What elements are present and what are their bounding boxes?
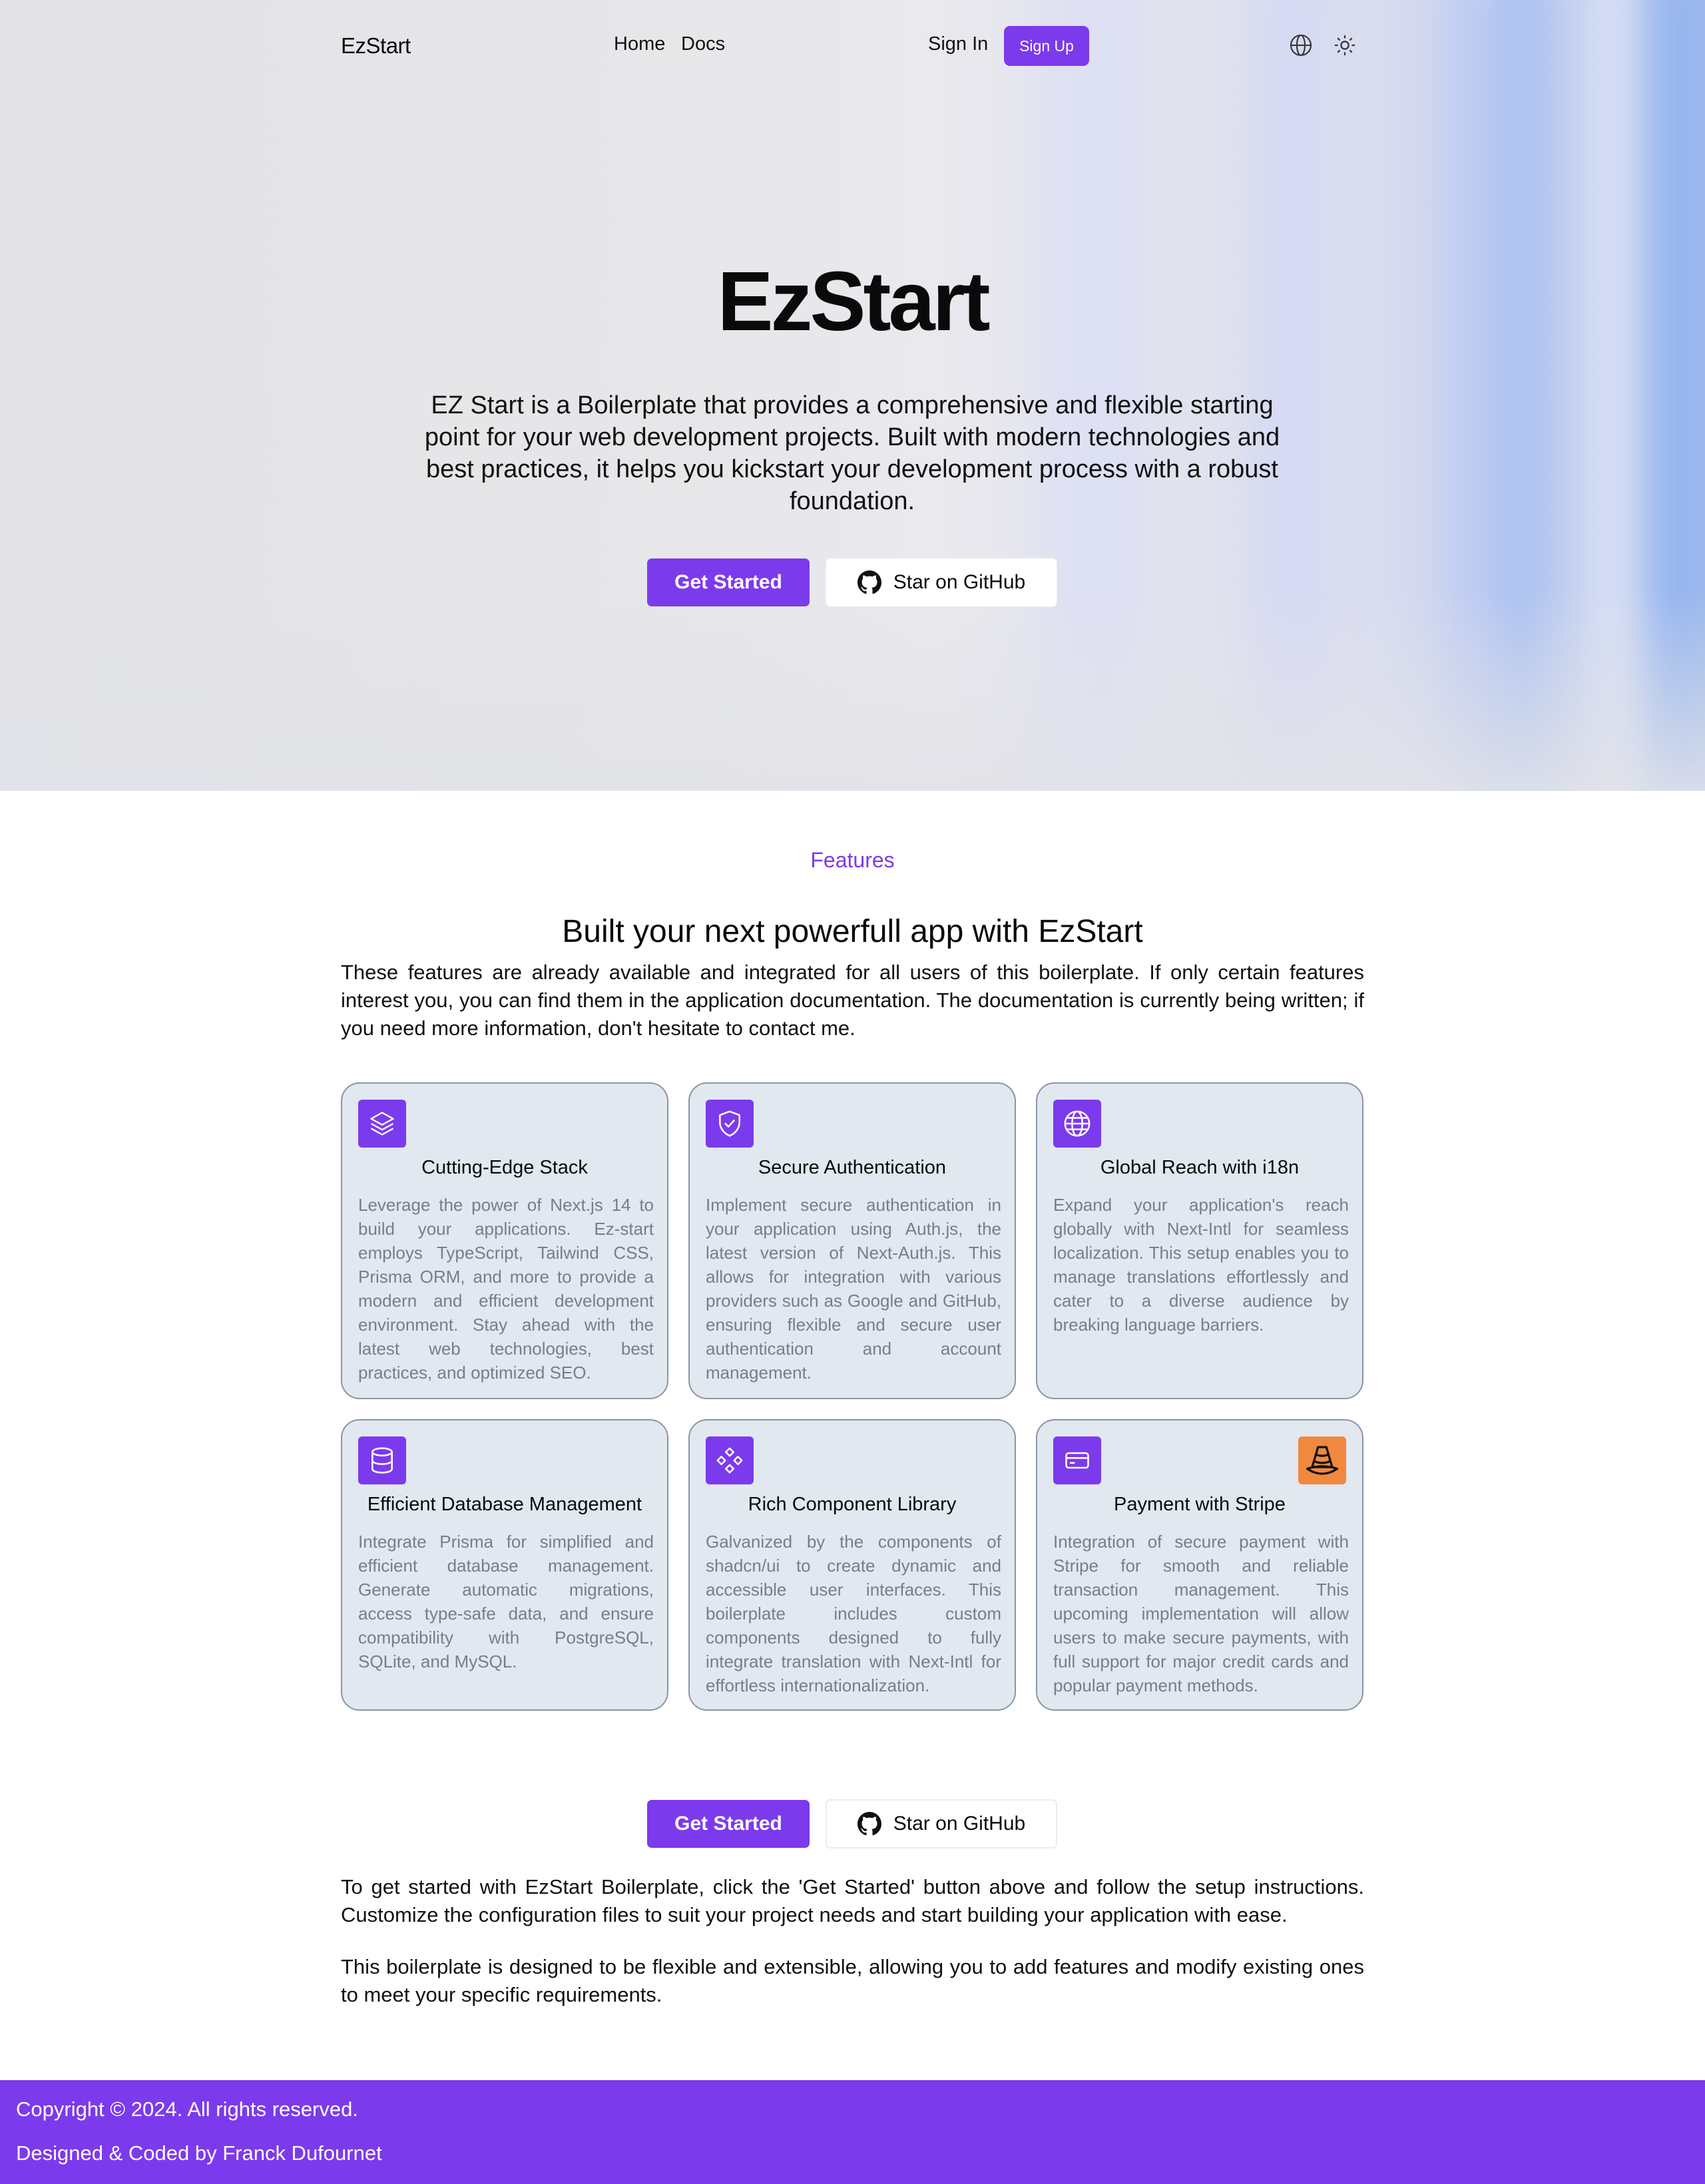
feature-icon-box (706, 1100, 754, 1148)
feature-icon-box (358, 1100, 406, 1148)
globe-icon (1290, 34, 1312, 57)
feature-icon-box (706, 1436, 754, 1484)
hero-description: EZ Start is a Boilerplate that provides … (424, 391, 1280, 515)
globe-icon (1064, 1110, 1091, 1137)
feature-icon-box (1053, 1436, 1101, 1484)
hero-fade (0, 591, 1705, 791)
feature-card-components: Rich Component Library Galvanized by the… (688, 1419, 1016, 1711)
footer: Copyright © 2024. All rights reserved. D… (0, 2080, 1705, 2184)
sign-in-link[interactable]: Sign In (928, 33, 988, 55)
feature-icon-box (1053, 1100, 1101, 1148)
feature-card-description: Expand your application's reach globally… (1053, 1195, 1349, 1335)
flexibility-paragraph: This boilerplate is designed to be flexi… (341, 1955, 1364, 2006)
star-github-button-bottom[interactable]: Star on GitHub (826, 1799, 1057, 1849)
feature-card-i18n: Global Reach with i18n Expand your appli… (1036, 1082, 1363, 1399)
feature-card-description: Integrate Prisma for simplified and effi… (358, 1532, 654, 1671)
shield-check-icon (719, 1110, 740, 1137)
feature-card-title: Cutting-Edge Stack (421, 1157, 588, 1178)
database-icon (371, 1447, 393, 1474)
footer-credit: Designed & Coded by Franck Dufournet (16, 2141, 382, 2165)
feature-card-title: Global Reach with i18n (1100, 1157, 1300, 1178)
footer-copyright: Copyright © 2024. All rights reserved. (16, 2097, 358, 2121)
feature-card-stack: Cutting-Edge Stack Leverage the power of… (341, 1082, 668, 1399)
star-github-label: Star on GitHub (893, 571, 1026, 593)
language-switcher[interactable] (1288, 32, 1314, 59)
feature-card-title: Rich Component Library (748, 1494, 957, 1515)
feature-card-auth: Secure Authentication Implement secure a… (688, 1082, 1016, 1399)
credit-card-icon (1065, 1452, 1089, 1469)
github-icon (857, 570, 881, 594)
feature-card-database: Efficient Database Management Integrate … (341, 1419, 668, 1711)
feature-card-description: Leverage the power of Next.js 14 to buil… (358, 1195, 654, 1383)
hero-title: EzStart (717, 254, 990, 348)
sun-icon (1334, 35, 1355, 56)
feature-card-title: Payment with Stripe (1114, 1494, 1286, 1515)
nav-link-docs[interactable]: Docs (681, 33, 725, 55)
features-title: Built your next powerfull app with EzSta… (562, 914, 1143, 949)
star-github-label: Star on GitHub (893, 1813, 1026, 1835)
nav-link-home[interactable]: Home (614, 33, 665, 55)
features-eyebrow: Features (810, 848, 895, 872)
feature-icon-box (358, 1436, 406, 1484)
sign-up-button[interactable]: Sign Up (1004, 26, 1089, 66)
feature-card-title: Efficient Database Management (367, 1494, 642, 1515)
brand-logo[interactable]: EzStart (341, 33, 411, 59)
feature-card-description: Implement secure authentication in your … (706, 1195, 1001, 1383)
getting-started-paragraph: To get started with EzStart Boilerplate,… (341, 1875, 1364, 1926)
features-intro: These features are already available and… (341, 961, 1364, 1040)
theme-toggle[interactable] (1332, 32, 1358, 59)
get-started-button[interactable]: Get Started (647, 558, 810, 606)
hero-section: EzStart Home Docs Sign In Sign Up EzStar… (0, 0, 1705, 791)
component-icon (716, 1447, 743, 1474)
layers-icon (370, 1112, 394, 1136)
feature-card-stripe: Payment with Stripe Integration of secur… (1036, 1419, 1363, 1711)
work-in-progress-badge (1298, 1436, 1346, 1484)
feature-card-description: Integration of secure payment with Strip… (1053, 1532, 1349, 1695)
traffic-cone-icon (1306, 1446, 1339, 1475)
star-github-button[interactable]: Star on GitHub (826, 558, 1057, 607)
feature-card-description: Galvanized by the components of shadcn/u… (706, 1532, 1001, 1695)
github-icon (857, 1812, 881, 1836)
feature-card-title: Secure Authentication (758, 1157, 947, 1178)
top-navbar: EzStart Home Docs Sign In Sign Up (0, 0, 1705, 91)
get-started-button-bottom[interactable]: Get Started (647, 1800, 810, 1848)
